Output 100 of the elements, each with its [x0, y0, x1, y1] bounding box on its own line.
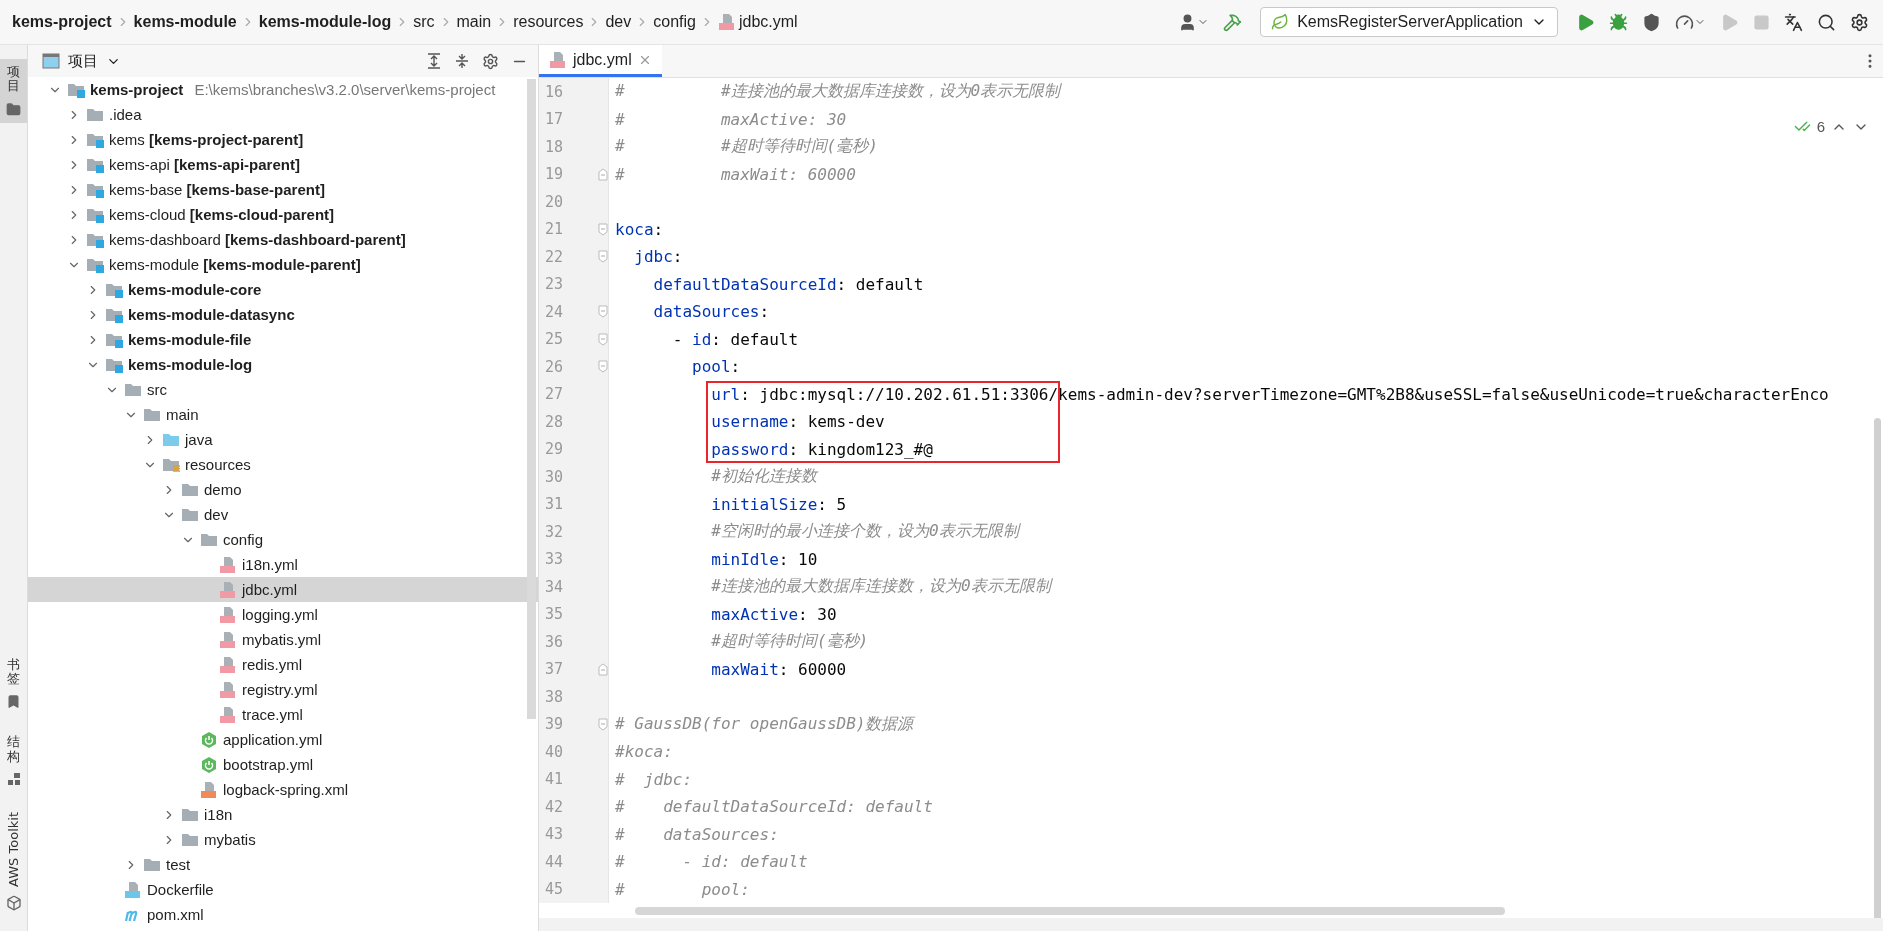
code-line: # maxActive: 30	[614, 109, 847, 129]
fold-marker-icon[interactable]	[598, 305, 608, 319]
tree-item-label: logback-spring.xml	[223, 781, 349, 798]
breadcrumb-item[interactable]: resources	[513, 13, 584, 31]
fold-marker-icon[interactable]	[598, 662, 608, 676]
tree-item[interactable]: i18n.yml	[28, 552, 538, 577]
tool-window-button[interactable]: AWS Toolkit	[0, 806, 27, 917]
module-folder-icon	[105, 331, 123, 348]
project-view-dropdown[interactable]: 项目	[42, 51, 121, 71]
line-number: 38	[545, 687, 564, 706]
scrollbar-thumb[interactable]	[635, 907, 1505, 915]
tree-item[interactable]: kems-module-log	[28, 352, 538, 377]
breadcrumb-item[interactable]: main	[456, 13, 492, 31]
breadcrumb-item[interactable]: kems-module-log	[258, 13, 392, 31]
tree-item-label: kems-module-core	[128, 281, 262, 298]
tree-item-label: i18n.yml	[242, 556, 298, 573]
tree-item[interactable]: kems-base [kems-base-parent]	[28, 177, 538, 202]
tree-item[interactable]: kems-dashboard [kems-dashboard-parent]	[28, 227, 538, 252]
settings-icon[interactable]	[482, 52, 499, 70]
yaml-file-icon	[219, 630, 237, 649]
module-folder-icon	[67, 81, 85, 98]
scrollbar-thumb[interactable]	[1874, 418, 1881, 918]
tree-item[interactable]: kems-module-datasync	[28, 302, 538, 327]
tree-item-label: application.yml	[223, 731, 323, 748]
tree-item[interactable]: src	[28, 377, 538, 402]
resources-folder-icon	[162, 456, 180, 473]
tool-window-button[interactable]: 书签	[0, 651, 27, 716]
tree-item[interactable]: test	[28, 852, 538, 877]
tree-item[interactable]: resources	[28, 452, 538, 477]
folder-icon	[162, 431, 180, 448]
tree-item[interactable]: kems-module-file	[28, 327, 538, 352]
fold-marker-icon[interactable]	[598, 167, 608, 181]
module-folder-icon	[86, 206, 104, 223]
fold-marker-icon[interactable]	[598, 360, 608, 374]
tree-item[interactable]: mybatis	[28, 827, 538, 852]
tree-item-label: java	[185, 431, 213, 448]
tree-item[interactable]: java	[28, 427, 538, 452]
fold-marker-icon[interactable]	[598, 222, 608, 236]
tree-item-label: main	[166, 406, 199, 423]
tree-item[interactable]: logback-spring.xml	[28, 777, 538, 802]
line-number: 27	[545, 385, 564, 404]
breadcrumb-item[interactable]: src	[413, 13, 435, 31]
code-line: jdbc:	[633, 247, 683, 267]
breadcrumb-item[interactable]: jdbc.yml	[717, 13, 798, 31]
line-number: 24	[545, 302, 564, 321]
run-configuration-dropdown[interactable]: KemsRegisterServerApplication	[1260, 7, 1558, 37]
line-number: 43	[545, 825, 564, 844]
tree-item[interactable]: dev	[28, 502, 538, 527]
tree-item-label: mybatis.yml	[242, 631, 322, 648]
tree-item[interactable]: trace.yml	[28, 702, 538, 727]
breadcrumb-item[interactable]: kems-module	[133, 13, 237, 31]
folder-icon	[200, 531, 218, 548]
tree-item[interactable]: kems-module-core	[28, 277, 538, 302]
tree-item[interactable]: pom.xml	[28, 902, 538, 927]
breadcrumb-item[interactable]: kems-project	[12, 13, 112, 31]
tree-item[interactable]: registry.yml	[28, 677, 538, 702]
yaml-file-icon	[219, 655, 237, 674]
tree-item[interactable]: mybatis.yml	[28, 627, 538, 652]
line-number: 41	[545, 770, 564, 789]
code-line: # dataSources:	[614, 824, 779, 844]
tree-item[interactable]: kems [kems-project-parent]	[28, 127, 538, 152]
fold-marker-icon[interactable]	[598, 717, 608, 731]
fold-marker-icon[interactable]	[598, 250, 608, 264]
breadcrumb-item[interactable]: dev	[605, 13, 632, 31]
tree-item[interactable]: config	[28, 527, 538, 552]
folder-icon	[124, 381, 142, 398]
code-line: # pool:	[614, 879, 750, 899]
tree-item[interactable]: .idea	[28, 102, 538, 127]
tree-item[interactable]: bootstrap.yml	[28, 752, 538, 777]
tree-item[interactable]: application.yml	[28, 727, 538, 752]
yaml-file-icon	[219, 555, 237, 574]
scrollbar-thumb[interactable]	[527, 79, 536, 719]
code-line: # GaussDB(for openGaussDB)数据源	[614, 713, 914, 735]
line-number: 22	[545, 247, 564, 266]
tree-item[interactable]: demo	[28, 477, 538, 502]
tree-item[interactable]: i18n	[28, 802, 538, 827]
tree-item[interactable]: redis.yml	[28, 652, 538, 677]
tree-item-label: kems-api [kems-api-parent]	[109, 156, 300, 173]
editor-tab[interactable]: jdbc.yml	[539, 45, 662, 77]
breadcrumb-item[interactable]: config	[653, 13, 696, 31]
tree-item[interactable]: logging.yml	[28, 602, 538, 627]
tree-item[interactable]: main	[28, 402, 538, 427]
tree-item[interactable]: kems-cloud [kems-cloud-parent]	[28, 202, 538, 227]
tree-item-label: jdbc.yml	[242, 581, 297, 598]
expand-all-icon[interactable]	[426, 53, 442, 69]
tool-window-button[interactable]: 结构	[0, 729, 27, 793]
tree-item-label: src	[147, 381, 167, 398]
tree-item-label: test	[166, 856, 191, 873]
collapse-all-icon[interactable]	[454, 53, 470, 69]
tree-item[interactable]: Dockerfile	[28, 877, 538, 902]
tree-item[interactable]: jdbc.yml	[28, 577, 538, 602]
line-number: 31	[545, 495, 564, 514]
tool-window-button[interactable]: 项目	[0, 59, 27, 123]
module-folder-icon	[105, 281, 123, 298]
inspection-count: 6	[1816, 118, 1825, 135]
line-number: 29	[545, 440, 564, 459]
fold-marker-icon[interactable]	[598, 332, 608, 346]
tree-item[interactable]: kems-api [kems-api-parent]	[28, 152, 538, 177]
tree-item[interactable]: kems-module [kems-module-parent]	[28, 252, 538, 277]
tree-item[interactable]: kems-project E:\kems\branches\v3.2.0\server\kems-project	[28, 77, 538, 102]
